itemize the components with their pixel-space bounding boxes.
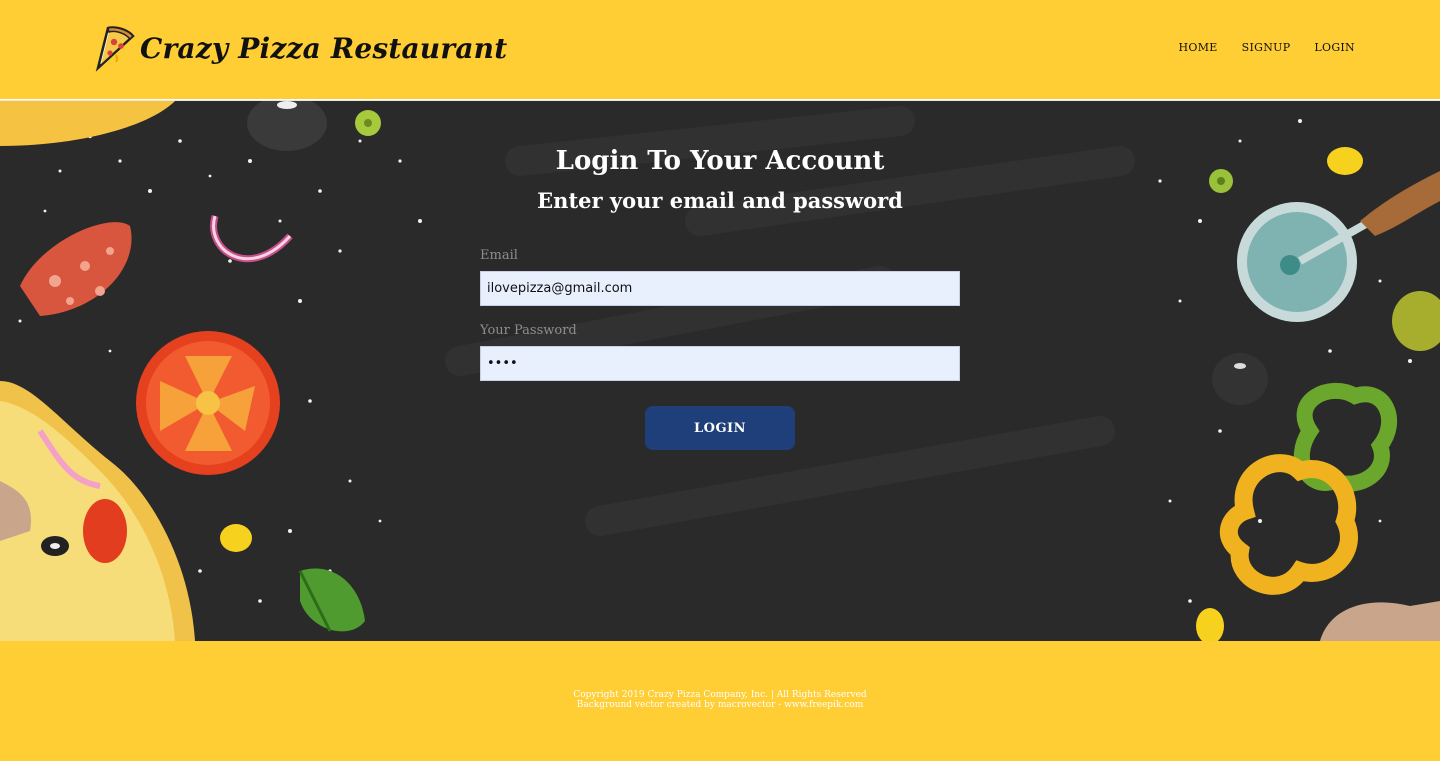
nav-login[interactable]: LOGIN [1314, 41, 1355, 54]
main-nav: HOME SIGNUP LOGIN [1155, 41, 1355, 54]
password-field[interactable] [480, 346, 960, 381]
nav-signup[interactable]: SIGNUP [1242, 41, 1291, 54]
nav-home[interactable]: HOME [1179, 41, 1218, 54]
email-field[interactable] [480, 271, 960, 306]
hero-section: Login To Your Account Enter your email a… [0, 100, 1440, 641]
login-button[interactable]: LOGIN [645, 406, 795, 450]
login-heading: Login To Your Account [555, 146, 885, 176]
login-subheading: Enter your email and password [537, 188, 903, 213]
footer-credit: Background vector created by macrovector… [576, 700, 864, 710]
site-footer: Copyright 2019 Crazy Pizza Company, Inc.… [0, 641, 1440, 761]
site-header: Crazy Pizza Restaurant HOME SIGNUP LOGIN [0, 0, 1440, 99]
brand-title: Crazy Pizza Restaurant [140, 31, 508, 65]
brand[interactable]: Crazy Pizza Restaurant [94, 22, 507, 74]
email-label: Email [480, 248, 518, 263]
footer-copyright: Copyright 2019 Crazy Pizza Company, Inc.… [573, 690, 867, 700]
pizza-slice-icon [95, 26, 135, 72]
password-label: Your Password [480, 323, 577, 338]
